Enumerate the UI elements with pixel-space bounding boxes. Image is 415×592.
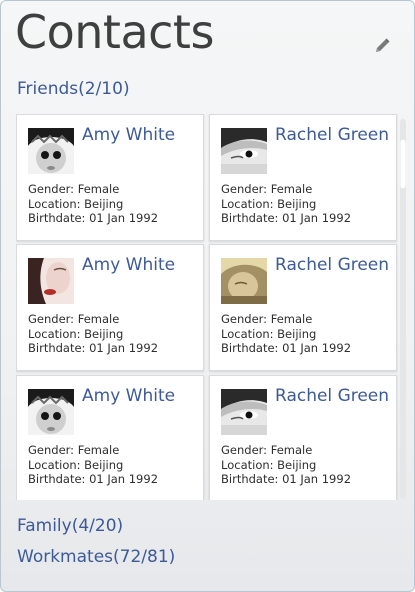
contact-birthdate: Birthdate: 01 Jan 1992 (28, 211, 159, 225)
contact-gender: Gender: Female (28, 443, 120, 457)
page-title: Contacts (15, 5, 214, 59)
contact-name[interactable]: Rachel Green (275, 125, 389, 145)
contact-name[interactable]: Amy White (82, 386, 175, 406)
avatar (28, 389, 74, 435)
scrollbar-thumb[interactable] (400, 139, 406, 189)
avatar (28, 258, 74, 304)
contact-location: Location: Beijing (221, 196, 317, 211)
contact-card[interactable]: Rachel Green Gender: Female Location: Be… (209, 114, 397, 241)
pencil-icon (376, 38, 390, 52)
contact-gender: Gender: Female (28, 182, 120, 196)
avatar (221, 128, 267, 174)
contact-birthdate: Birthdate: 01 Jan 1992 (28, 341, 159, 355)
contact-gender: Gender: Female (28, 312, 120, 326)
contact-gender: Gender: Female (221, 182, 313, 196)
contacts-panel: Contacts Friends(2/10) Amy White Gender:… (0, 0, 415, 592)
contact-card[interactable]: Amy White Gender: Female Location: Beiji… (16, 244, 204, 371)
scrollbar[interactable] (400, 119, 406, 499)
contact-gender: Gender: Female (221, 443, 313, 457)
contact-details: Gender: Female Location: Beijing Birthda… (28, 312, 158, 356)
contact-details: Gender: Female Location: Beijing Birthda… (28, 443, 158, 487)
group-family[interactable]: Family(4/20) (17, 516, 123, 536)
contact-name[interactable]: Amy White (82, 255, 175, 275)
edit-button[interactable] (373, 37, 391, 55)
avatar (221, 258, 267, 304)
contact-details: Gender: Female Location: Beijing Birthda… (221, 312, 351, 356)
contact-card[interactable]: Rachel Green Gender: Female Location: Be… (209, 375, 397, 500)
group-workmates[interactable]: Workmates(72/81) (17, 547, 175, 567)
contact-grid: Amy White Gender: Female Location: Beiji… (16, 114, 400, 500)
avatar (28, 128, 74, 174)
contact-birthdate: Birthdate: 01 Jan 1992 (28, 472, 159, 486)
contact-name[interactable]: Rachel Green (275, 386, 389, 406)
contact-location: Location: Beijing (28, 196, 124, 211)
contact-birthdate: Birthdate: 01 Jan 1992 (221, 472, 352, 486)
contact-location: Location: Beijing (28, 457, 124, 472)
contact-card[interactable]: Amy White Gender: Female Location: Beiji… (16, 114, 204, 241)
contact-card[interactable]: Amy White Gender: Female Location: Beiji… (16, 375, 204, 500)
contact-gender: Gender: Female (221, 312, 313, 326)
avatar (221, 389, 267, 435)
contact-location: Location: Beijing (221, 326, 317, 341)
contact-name[interactable]: Rachel Green (275, 255, 389, 275)
contact-birthdate: Birthdate: 01 Jan 1992 (221, 341, 352, 355)
contact-birthdate: Birthdate: 01 Jan 1992 (221, 211, 352, 225)
contact-location: Location: Beijing (28, 326, 124, 341)
contact-details: Gender: Female Location: Beijing Birthda… (28, 182, 158, 226)
contact-name[interactable]: Amy White (82, 125, 175, 145)
contact-details: Gender: Female Location: Beijing Birthda… (221, 443, 351, 487)
contact-card[interactable]: Rachel Green Gender: Female Location: Be… (209, 244, 397, 371)
contact-location: Location: Beijing (221, 457, 317, 472)
contact-details: Gender: Female Location: Beijing Birthda… (221, 182, 351, 226)
group-friends[interactable]: Friends(2/10) (17, 79, 130, 99)
